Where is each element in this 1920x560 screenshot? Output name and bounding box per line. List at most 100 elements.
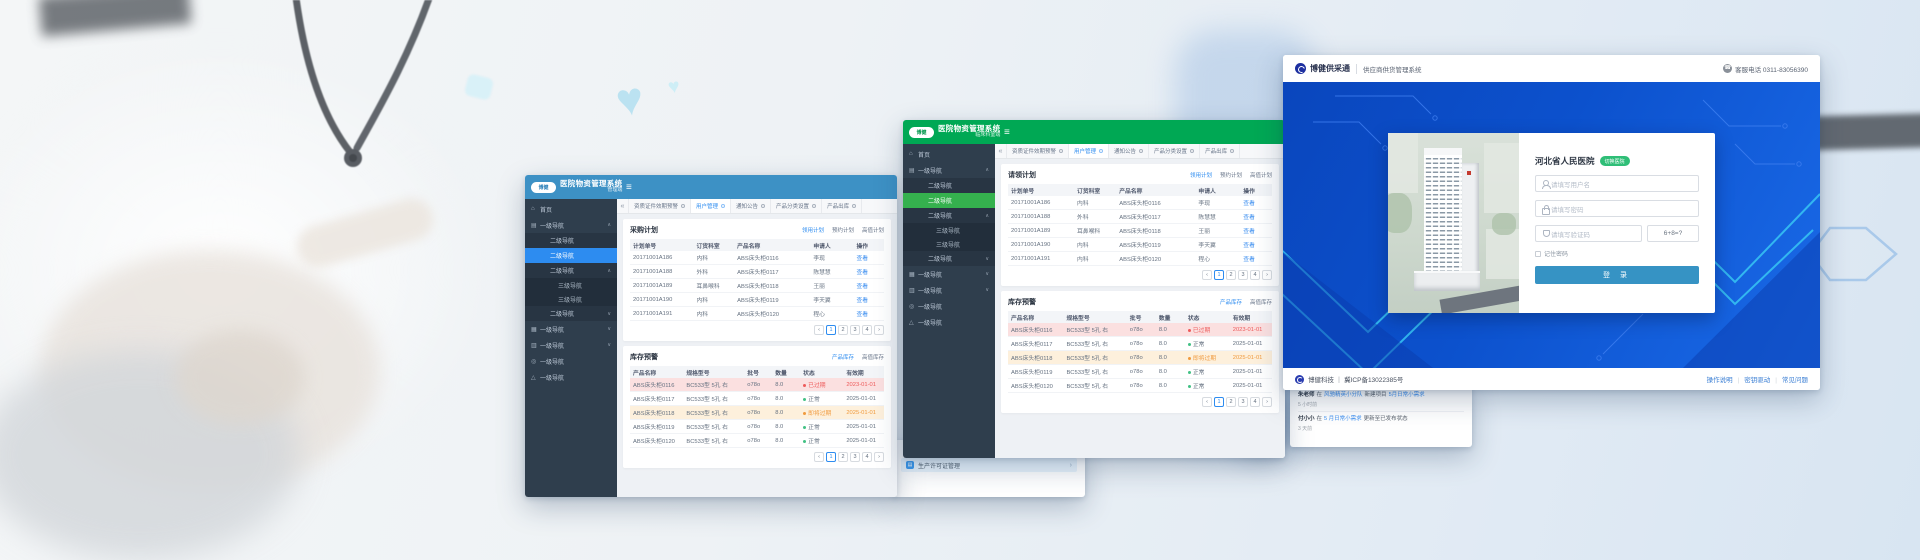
collapse-tabs-icon[interactable]: «	[995, 144, 1007, 158]
page-button[interactable]: 3	[850, 452, 860, 462]
page-button[interactable]: 3	[1238, 270, 1248, 280]
feed-link[interactable]: 5月日常小需求	[1389, 392, 1425, 398]
column-header: 产品名称	[630, 368, 683, 377]
page-button[interactable]: 4	[1250, 270, 1260, 280]
plan-filter-link[interactable]: 领用计划	[1190, 171, 1212, 179]
certificate-row[interactable]: ▤ 生产许可证管理 ›	[901, 458, 1077, 472]
stock-filter-link[interactable]: 高值库存	[1250, 298, 1272, 306]
sidebar-item[interactable]: 二级导航 ∧	[903, 208, 995, 223]
view-link[interactable]: 查看	[853, 295, 883, 304]
username-field[interactable]: 请填写用户名	[1535, 175, 1699, 192]
view-tab[interactable]: 产品出库	[1200, 144, 1240, 158]
sidebar-item[interactable]: ⌂ 首页	[525, 201, 617, 217]
view-link[interactable]: 查看	[853, 253, 883, 262]
menu-icon[interactable]: ≡	[626, 175, 632, 199]
sidebar-item[interactable]: △ 一级导航	[903, 314, 995, 330]
view-tab[interactable]: 产品分类设置	[1149, 144, 1200, 158]
plan-filter-link[interactable]: 预约计划	[1220, 171, 1242, 179]
remember-checkbox[interactable]	[1535, 251, 1541, 257]
view-link[interactable]: 查看	[1240, 226, 1272, 235]
plan-filter-link[interactable]: 预约计划	[832, 226, 854, 234]
stock-filter-link[interactable]: 高值库存	[862, 353, 884, 361]
sidebar-item[interactable]: ▦ 一级导航 ∨	[903, 266, 995, 282]
sidebar-item[interactable]: 二级导航	[525, 233, 617, 248]
feed-link[interactable]: 5 月日常小需求	[1324, 416, 1362, 422]
page-button[interactable]: 1	[1214, 397, 1224, 407]
sidebar-item[interactable]: 二级导航 ∧	[525, 263, 617, 278]
password-field[interactable]: 请填写密码	[1535, 200, 1699, 217]
page-button[interactable]: ‹	[1202, 397, 1212, 407]
sidebar-item[interactable]: △ 一级导航	[525, 369, 617, 385]
feed-link[interactable]: 风驰精英小分队	[1324, 392, 1363, 398]
page-button[interactable]: ›	[874, 325, 884, 335]
sidebar-item[interactable]: ◎ 一级导航	[525, 353, 617, 369]
plan-table: 20171001A186 内科 ABS床头柜0116 李现 查看 2017100…	[630, 251, 884, 321]
login-button[interactable]: 登 录	[1535, 266, 1699, 284]
page-button[interactable]: 1	[826, 325, 836, 335]
hospital-badge[interactable]: 切换医院	[1600, 156, 1630, 166]
sidebar-item[interactable]: 三级导航	[525, 292, 617, 306]
page-button[interactable]: ‹	[1202, 270, 1212, 280]
footer-link[interactable]: 操作说明	[1707, 374, 1733, 384]
captcha-field[interactable]: 请填写验证码	[1535, 225, 1642, 242]
view-link[interactable]: 查看	[1240, 254, 1272, 263]
page-button[interactable]: 4	[862, 325, 872, 335]
view-tab[interactable]: 通知公告	[731, 199, 771, 213]
sidebar-item[interactable]: ▦ 一级导航 ∨	[525, 321, 617, 337]
view-tab[interactable]: 资质证件效期预警	[629, 199, 691, 213]
view-tab[interactable]: 用户管理	[1069, 144, 1109, 158]
sidebar-item[interactable]: 二级导航	[903, 193, 995, 208]
sidebar-item[interactable]: 二级导航	[903, 178, 995, 193]
sidebar-item[interactable]: 二级导航 ∨	[903, 251, 995, 266]
page-button[interactable]: ‹	[814, 325, 824, 335]
page-button[interactable]: ‹	[814, 452, 824, 462]
page-button[interactable]: 3	[850, 325, 860, 335]
page-button[interactable]: 1	[826, 452, 836, 462]
collapse-tabs-icon[interactable]: «	[617, 199, 629, 213]
page-button[interactable]: ›	[1262, 397, 1272, 407]
plan-filter-link[interactable]: 领用计划	[802, 226, 824, 234]
page-button[interactable]: 1	[1214, 270, 1224, 280]
view-link[interactable]: 查看	[1240, 240, 1272, 249]
view-link[interactable]: 查看	[853, 309, 883, 318]
sidebar-item[interactable]: 二级导航	[525, 248, 617, 263]
captcha-question[interactable]: 6+8=?	[1647, 225, 1699, 242]
sidebar-item[interactable]: ▥ 一级导航 ∨	[525, 337, 617, 353]
page-button[interactable]: 3	[1238, 397, 1248, 407]
view-link[interactable]: 查看	[853, 267, 883, 276]
page-button[interactable]: 2	[1226, 397, 1236, 407]
view-tab[interactable]: 产品分类设置	[771, 199, 822, 213]
sidebar-item[interactable]: ◎ 一级导航	[903, 298, 995, 314]
sidebar-item[interactable]: ▥ 一级导航 ∨	[903, 282, 995, 298]
sidebar-item[interactable]: ▤ 一级导航 ∧	[903, 162, 995, 178]
view-link[interactable]: 查看	[853, 281, 883, 290]
sidebar-item[interactable]: 二级导航 ∨	[525, 306, 617, 321]
column-header: 产品名称	[1008, 313, 1063, 322]
page-button[interactable]: 2	[838, 452, 848, 462]
menu-icon[interactable]: ≡	[1004, 120, 1010, 144]
page-button[interactable]: 4	[862, 452, 872, 462]
page-button[interactable]: 2	[1226, 270, 1236, 280]
page-button[interactable]: 2	[838, 325, 848, 335]
plan-filter-link[interactable]: 高值计划	[862, 226, 884, 234]
page-button[interactable]: 4	[1250, 397, 1260, 407]
stock-filter-link[interactable]: 产品库存	[832, 353, 854, 361]
view-tab[interactable]: 资质证件效期预警	[1007, 144, 1069, 158]
footer-link[interactable]: 常见问题	[1770, 374, 1808, 384]
tab-label: 通知公告	[1114, 147, 1136, 155]
view-link[interactable]: 查看	[1240, 212, 1272, 221]
sidebar-item[interactable]: 三级导航	[525, 278, 617, 292]
view-tab[interactable]: 用户管理	[691, 199, 731, 213]
page-button[interactable]: ›	[874, 452, 884, 462]
sidebar-item[interactable]: 三级导航	[903, 223, 995, 237]
stock-filter-link[interactable]: 产品库存	[1220, 298, 1242, 306]
sidebar-item[interactable]: 三级导航	[903, 237, 995, 251]
sidebar-item[interactable]: ▤ 一级导航 ∧	[525, 217, 617, 233]
view-tab[interactable]: 产品出库	[822, 199, 862, 213]
view-tab[interactable]: 通知公告	[1109, 144, 1149, 158]
footer-link[interactable]: 密钥驱动	[1733, 374, 1771, 384]
sidebar-item[interactable]: ⌂ 首页	[903, 146, 995, 162]
page-button[interactable]: ›	[1262, 270, 1272, 280]
plan-filter-link[interactable]: 高值计划	[1250, 171, 1272, 179]
view-link[interactable]: 查看	[1240, 198, 1272, 207]
